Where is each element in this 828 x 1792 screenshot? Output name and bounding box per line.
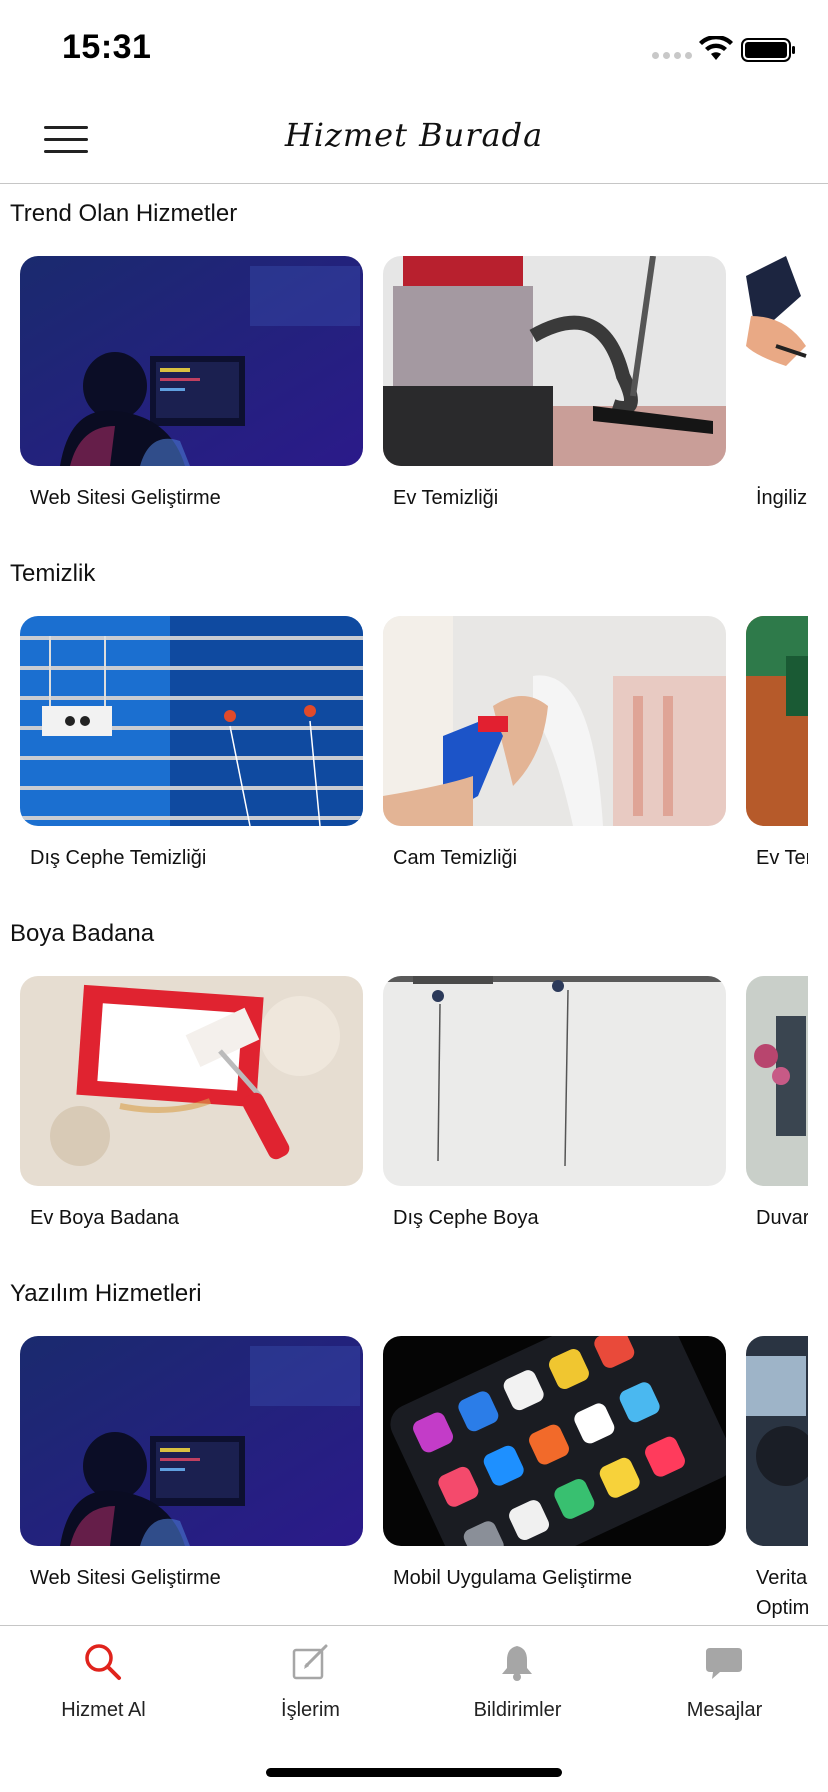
service-card[interactable]: Dış Cephe Temizliği [20, 616, 363, 873]
service-image [383, 1336, 726, 1546]
service-image [20, 976, 363, 1186]
service-card[interactable]: Ev Temizliği [383, 256, 726, 513]
section-trend: Trend Olan Hizmetler Web Sitesi Geliştir… [0, 185, 828, 545]
services-list[interactable]: Trend Olan Hizmetler Web Sitesi Geliştir… [0, 185, 828, 1625]
service-card[interactable]: Mobil Uygulama Geliştirme [383, 1336, 726, 1593]
service-card[interactable]: Dış Cephe Boya [383, 976, 726, 1233]
tab-hizmet-al[interactable]: Hizmet Al [0, 1626, 207, 1736]
service-label: Web Sitesi Geliştirme [30, 1567, 221, 1589]
tab-bildirimler[interactable]: Bildirimler [414, 1626, 621, 1736]
tab-bar: Hizmet Al İşlerim Bildirimler Mesajlar [0, 1625, 828, 1792]
tab-mesajlar[interactable]: Mesajlar [621, 1626, 828, 1736]
status-time: 15:31 [62, 28, 152, 66]
bell-icon [502, 1646, 532, 1681]
service-label: Ev Temizliği [393, 487, 499, 509]
status-bar: 15:31 [0, 0, 828, 96]
section-boya-badana: Boya Badana Ev Boya Badana Dış Cephe Boy… [0, 905, 828, 1265]
app-title: Hizmet Burada [284, 116, 544, 154]
service-label: Ev Boya Badana [30, 1207, 179, 1229]
service-label: Dış Cephe Temizliği [30, 847, 207, 869]
service-card[interactable]: Web Sitesi Geliştirme [20, 1336, 363, 1593]
edit-icon [292, 1644, 328, 1680]
service-image [383, 616, 726, 826]
cellular-signal-icon [652, 52, 692, 59]
service-image [20, 616, 363, 826]
service-label: Web Sitesi Geliştirme [30, 487, 221, 509]
service-image [20, 1336, 363, 1546]
section-title: Boya Badana [10, 920, 155, 947]
service-label: Dış Cephe Boya [393, 1207, 539, 1229]
service-image [383, 256, 726, 466]
wifi-icon [699, 36, 733, 60]
service-card[interactable]: Cam Temizliği [383, 616, 726, 873]
chat-icon [706, 1648, 742, 1679]
service-image [383, 976, 726, 1186]
section-title: Yazılım Hizmetleri [10, 1280, 202, 1307]
service-label: Mobil Uygulama Geliştirme [393, 1567, 632, 1589]
section-temizlik: Temizlik Dış Cephe Temizliği Cam Temizli… [0, 545, 828, 905]
service-label: Cam Temizliği [393, 847, 518, 869]
home-indicator[interactable] [266, 1768, 562, 1777]
service-image [20, 256, 363, 466]
section-title: Temizlik [10, 560, 96, 587]
tab-label: Hizmet Al [61, 1699, 146, 1721]
service-card[interactable]: Web Sitesi Geliştirme [20, 256, 363, 513]
section-title: Trend Olan Hizmetler [10, 200, 238, 227]
service-card[interactable]: Ev Boya Badana [20, 976, 363, 1233]
search-icon [85, 1644, 121, 1680]
nav-header: Hizmet Burada [0, 96, 828, 184]
tab-label: İşlerim [281, 1699, 340, 1721]
tab-label: Bildirimler [473, 1699, 562, 1721]
battery-icon [741, 38, 795, 62]
section-yazilim: Yazılım Hizmetleri Web Sitesi Geliştirme… [0, 1265, 828, 1625]
tab-label: Mesajlar [686, 1699, 763, 1721]
tab-islerim[interactable]: İşlerim [207, 1626, 414, 1736]
